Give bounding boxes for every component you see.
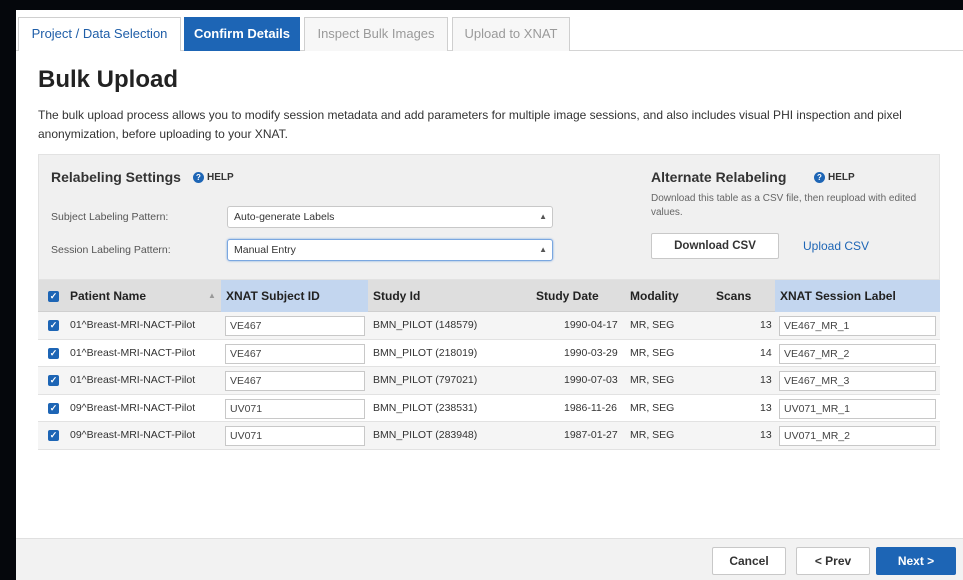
help-label: HELP xyxy=(207,172,234,183)
wizard-tabs: Project / Data Selection Confirm Details… xyxy=(16,17,963,51)
cell-study-date: 1990-03-29 xyxy=(564,346,618,359)
header-modality[interactable]: Modality xyxy=(630,280,679,312)
session-label-input[interactable]: VE467_MR_1 xyxy=(779,316,936,336)
subject-id-input[interactable]: VE467 xyxy=(225,371,365,391)
table-row: ✓ 01^Breast-MRI-NACT-Pilot VE467 BMN_PIL… xyxy=(38,340,940,367)
cell-study-date: 1990-07-03 xyxy=(564,374,618,386)
table-row: ✓ 09^Breast-MRI-NACT-Pilot UV071 BMN_PIL… xyxy=(38,422,940,450)
header-study-date[interactable]: Study Date xyxy=(536,280,599,312)
cell-study-date: 1986-11-26 xyxy=(564,401,617,414)
header-scans[interactable]: Scans xyxy=(716,280,751,312)
cell-scans: 14 xyxy=(760,346,772,359)
cell-study-id: BMN_PILOT (148579) xyxy=(373,319,478,331)
cell-patient-name: 01^Breast-MRI-NACT-Pilot xyxy=(70,319,196,331)
upload-csv-link[interactable]: Upload CSV xyxy=(803,239,869,253)
select-all-checkbox[interactable]: ✓ xyxy=(48,291,59,302)
header-study-id[interactable]: Study Id xyxy=(373,280,420,312)
tab-inspect-bulk-images[interactable]: Inspect Bulk Images xyxy=(304,17,448,51)
tab-upload-to-xnat[interactable]: Upload to XNAT xyxy=(452,17,570,51)
page-title: Bulk Upload xyxy=(38,66,179,93)
session-label-input[interactable]: UV071_MR_2 xyxy=(779,426,936,446)
settings-panel: Relabeling Settings ? HELP Subject Label… xyxy=(38,154,940,280)
cell-patient-name: 09^Breast-MRI-NACT-Pilot xyxy=(70,401,196,414)
table-row: ✓ 09^Breast-MRI-NACT-Pilot UV071 BMN_PIL… xyxy=(38,395,940,422)
select-arrows-icon: ▲ xyxy=(539,212,547,221)
help-circle-icon: ? xyxy=(814,172,825,183)
session-labeling-select[interactable]: Manual Entry ▲ xyxy=(227,239,553,261)
alternate-help-link[interactable]: ? HELP xyxy=(814,172,855,183)
row-checkbox[interactable]: ✓ xyxy=(48,375,59,386)
cell-study-date: 1990-04-17 xyxy=(564,319,618,331)
help-label: HELP xyxy=(828,172,855,183)
cell-study-id: BMN_PILOT (238531) xyxy=(373,401,478,414)
cell-scans: 13 xyxy=(760,429,772,441)
cell-modality: MR, SEG xyxy=(630,319,675,331)
sort-asc-icon[interactable]: ▲ xyxy=(208,291,216,300)
cell-study-id: BMN_PILOT (797021) xyxy=(373,374,478,386)
alternate-relabeling-title: Alternate Relabeling xyxy=(651,169,787,185)
row-checkbox[interactable]: ✓ xyxy=(48,402,59,414)
cell-scans: 13 xyxy=(760,319,772,331)
row-checkbox[interactable]: ✓ xyxy=(48,430,59,441)
prev-button[interactable]: < Prev xyxy=(796,547,870,575)
header-xnat-subject-id[interactable]: XNAT Subject ID xyxy=(221,280,368,312)
cell-scans: 13 xyxy=(760,374,772,386)
sessions-table: ✓ Patient Name ▲ XNAT Subject ID Study I… xyxy=(38,280,940,450)
cell-modality: MR, SEG xyxy=(630,429,675,441)
next-button[interactable]: Next > xyxy=(876,547,956,575)
table-row: ✓ 01^Breast-MRI-NACT-Pilot VE467 BMN_PIL… xyxy=(38,367,940,395)
relabeling-help-link[interactable]: ? HELP xyxy=(193,172,234,183)
subject-id-input[interactable]: VE467 xyxy=(225,343,365,364)
relabeling-settings-title: Relabeling Settings xyxy=(51,169,181,185)
header-xnat-session-label[interactable]: XNAT Session Label xyxy=(775,280,940,312)
cancel-button[interactable]: Cancel xyxy=(712,547,786,575)
select-arrows-icon: ▲ xyxy=(539,245,547,254)
page-intro: The bulk upload process allows you to mo… xyxy=(38,108,902,141)
download-csv-button[interactable]: Download CSV xyxy=(651,233,779,259)
subject-labeling-label: Subject Labeling Pattern: xyxy=(51,211,169,223)
subject-id-input[interactable]: UV071 xyxy=(225,398,365,419)
table-header: ✓ Patient Name ▲ XNAT Subject ID Study I… xyxy=(38,280,940,312)
bulk-upload-window: Project / Data Selection Confirm Details… xyxy=(16,10,963,580)
cell-study-id: BMN_PILOT (283948) xyxy=(373,429,478,441)
help-circle-icon: ? xyxy=(193,172,204,183)
subject-labeling-select[interactable]: Auto-generate Labels ▲ xyxy=(227,206,553,228)
tab-confirm-details[interactable]: Confirm Details xyxy=(184,17,300,51)
row-checkbox[interactable]: ✓ xyxy=(48,320,59,331)
cell-modality: MR, SEG xyxy=(630,346,675,359)
wizard-footer: Cancel < Prev Next > xyxy=(16,538,963,580)
table-row: ✓ 01^Breast-MRI-NACT-Pilot VE467 BMN_PIL… xyxy=(38,312,940,340)
table-body: ✓ 01^Breast-MRI-NACT-Pilot VE467 BMN_PIL… xyxy=(38,312,940,450)
session-label-input[interactable]: VE467_MR_3 xyxy=(779,371,936,391)
cell-patient-name: 09^Breast-MRI-NACT-Pilot xyxy=(70,429,196,441)
cell-modality: MR, SEG xyxy=(630,401,675,414)
cell-modality: MR, SEG xyxy=(630,374,675,386)
session-labeling-label: Session Labeling Pattern: xyxy=(51,244,171,256)
tab-project-data-selection[interactable]: Project / Data Selection xyxy=(18,17,181,51)
subject-id-input[interactable]: UV071 xyxy=(225,426,365,446)
header-patient-name[interactable]: Patient Name xyxy=(70,280,146,312)
subject-id-input[interactable]: VE467 xyxy=(225,316,365,336)
cell-study-date: 1987-01-27 xyxy=(564,429,618,441)
subject-labeling-value: Auto-generate Labels xyxy=(234,211,335,223)
row-checkbox[interactable]: ✓ xyxy=(48,347,59,359)
alternate-description: Download this table as a CSV file, then … xyxy=(651,193,917,218)
cell-study-id: BMN_PILOT (218019) xyxy=(373,346,478,359)
cell-patient-name: 01^Breast-MRI-NACT-Pilot xyxy=(70,346,196,359)
session-label-input[interactable]: VE467_MR_2 xyxy=(779,343,936,364)
session-label-input[interactable]: UV071_MR_1 xyxy=(779,398,936,419)
cell-patient-name: 01^Breast-MRI-NACT-Pilot xyxy=(70,374,196,386)
cell-scans: 13 xyxy=(760,401,772,414)
session-labeling-value: Manual Entry xyxy=(234,244,296,256)
